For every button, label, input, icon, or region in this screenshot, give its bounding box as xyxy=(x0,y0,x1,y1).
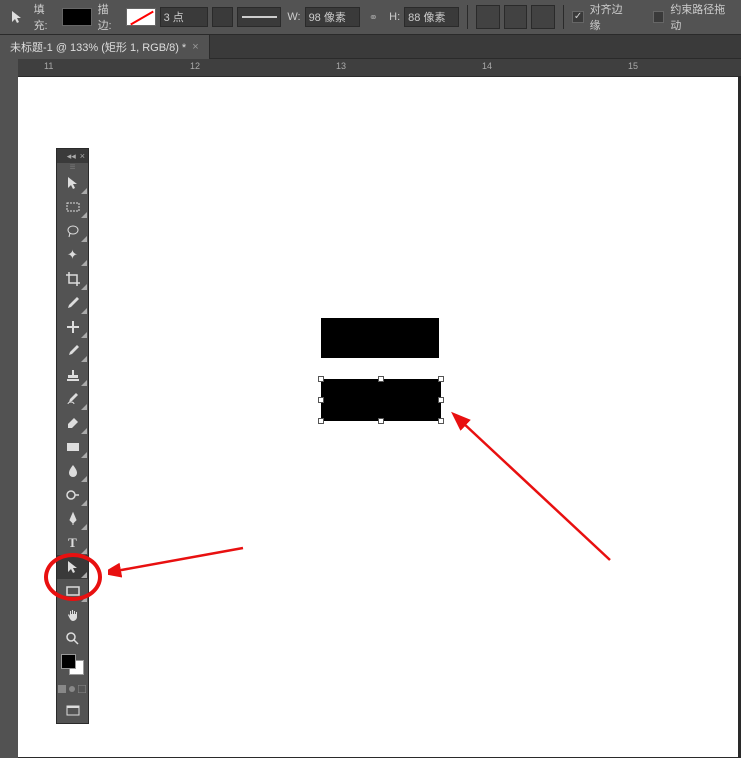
magic-wand-tool[interactable]: ✦ xyxy=(57,243,88,267)
stroke-label: 描边: xyxy=(98,1,123,33)
zoom-tool[interactable] xyxy=(57,627,88,651)
tools-panel: ◂◂ × ✦ T xyxy=(56,148,89,724)
transform-handle[interactable] xyxy=(318,418,324,424)
eyedropper-tool[interactable] xyxy=(57,291,88,315)
ruler-mark: 14 xyxy=(482,61,492,71)
panel-grip[interactable] xyxy=(57,163,88,171)
stroke-swatch[interactable] xyxy=(126,8,155,26)
path-op-combine-button[interactable] xyxy=(476,5,500,29)
quickmask-mode-button[interactable] xyxy=(67,679,77,699)
transform-handle[interactable] xyxy=(378,376,384,382)
eraser-tool[interactable] xyxy=(57,411,88,435)
close-panel-icon[interactable]: × xyxy=(80,152,85,161)
ruler-mark: 12 xyxy=(190,61,200,71)
transform-handle[interactable] xyxy=(438,376,444,382)
stroke-style-dropdown[interactable] xyxy=(237,7,281,27)
collapse-icon[interactable]: ◂◂ xyxy=(67,152,76,161)
pen-tool[interactable] xyxy=(57,507,88,531)
color-wells[interactable] xyxy=(57,651,88,679)
transform-handle[interactable] xyxy=(438,418,444,424)
h-label: H: xyxy=(389,11,400,23)
type-icon: T xyxy=(68,535,77,551)
constrain-path-label: 约束路径拖动 xyxy=(670,1,735,33)
align-edges-label: 对齐边缘 xyxy=(590,1,633,33)
type-tool[interactable]: T xyxy=(57,531,88,555)
marquee-tool[interactable] xyxy=(57,195,88,219)
horizontal-ruler: 11 12 13 14 15 xyxy=(18,59,741,77)
lasso-tool[interactable] xyxy=(57,219,88,243)
document-tab-bar: 未标题-1 @ 133% (矩形 1, RGB/8) * × xyxy=(0,35,741,59)
height-input[interactable] xyxy=(404,7,459,27)
document-tab[interactable]: 未标题-1 @ 133% (矩形 1, RGB/8) * × xyxy=(0,35,210,59)
path-selection-tool[interactable] xyxy=(57,555,88,579)
transform-handle[interactable] xyxy=(438,397,444,403)
ruler-mark: 11 xyxy=(44,61,53,71)
options-tool-icon[interactable] xyxy=(6,6,28,28)
rectangle-shape-1[interactable] xyxy=(321,318,439,358)
transform-handle[interactable] xyxy=(318,376,324,382)
w-label: W: xyxy=(287,11,300,23)
standard-mode-button[interactable] xyxy=(57,679,67,699)
move-tool[interactable] xyxy=(57,171,88,195)
width-input[interactable] xyxy=(305,7,360,27)
align-edges-checkbox[interactable] xyxy=(572,11,584,23)
crop-tool[interactable] xyxy=(57,267,88,291)
path-arrange-button[interactable] xyxy=(531,5,555,29)
screen-mode-toggle[interactable] xyxy=(57,699,88,723)
clone-stamp-tool[interactable] xyxy=(57,363,88,387)
foreground-color-well[interactable] xyxy=(61,654,76,669)
hand-tool[interactable] xyxy=(57,603,88,627)
close-tab-icon[interactable]: × xyxy=(192,41,198,53)
ruler-mark: 15 xyxy=(628,61,638,71)
screen-mode-button[interactable] xyxy=(77,679,87,699)
magic-wand-icon: ✦ xyxy=(67,247,78,263)
gradient-tool[interactable] xyxy=(57,435,88,459)
edit-mode-row xyxy=(57,679,88,699)
link-wh-icon[interactable]: ⚭ xyxy=(364,7,384,27)
dodge-tool[interactable] xyxy=(57,483,88,507)
stroke-weight-input[interactable] xyxy=(160,7,208,27)
transform-handle[interactable] xyxy=(318,397,324,403)
rectangle-shape-2-selected[interactable] xyxy=(321,379,441,421)
brush-tool[interactable] xyxy=(57,339,88,363)
rectangle-tool[interactable] xyxy=(57,579,88,603)
healing-brush-tool[interactable] xyxy=(57,315,88,339)
history-brush-tool[interactable] xyxy=(57,387,88,411)
blur-tool[interactable] xyxy=(57,459,88,483)
options-bar: 填充: 描边: W: ⚭ H: 对齐边缘 约束路径拖动 xyxy=(0,0,741,35)
transform-handle[interactable] xyxy=(378,418,384,424)
fill-swatch[interactable] xyxy=(62,8,91,26)
ruler-mark: 13 xyxy=(336,61,346,71)
fill-label: 填充: xyxy=(34,1,59,33)
stroke-weight-dropdown[interactable] xyxy=(212,7,234,27)
path-align-button[interactable] xyxy=(504,5,528,29)
document-tab-title: 未标题-1 @ 133% (矩形 1, RGB/8) * xyxy=(10,39,186,55)
constrain-path-checkbox[interactable] xyxy=(653,11,665,23)
